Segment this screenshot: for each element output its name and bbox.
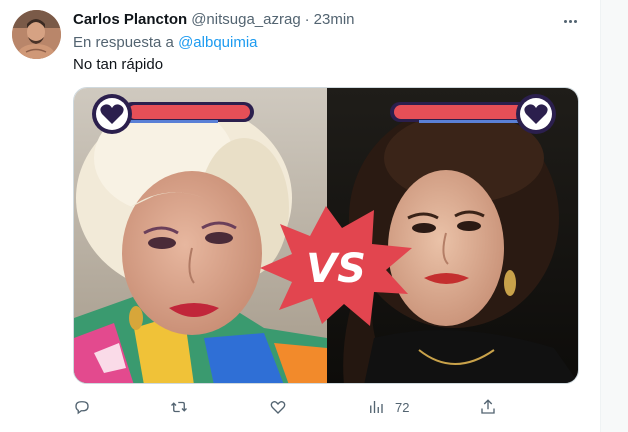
retweet-button[interactable] [170, 394, 188, 420]
more-dot [568, 19, 572, 23]
user-handle[interactable]: @nitsuga_azrag [191, 11, 300, 28]
tweet-actions-bar: 72 [73, 394, 573, 420]
reply-context: En respuesta a @albquimia [73, 34, 258, 51]
reply-mention-link[interactable]: @albquimia [178, 34, 257, 51]
right-gutter [601, 0, 628, 432]
more-dot [563, 19, 567, 23]
views-icon [370, 401, 383, 413]
timestamp[interactable]: 23min [314, 11, 355, 28]
tweet-header: Carlos Plancton @nitsuga_azrag · 23min [73, 11, 355, 31]
more-dot [573, 19, 577, 23]
separator: · [304, 11, 310, 28]
reply-icon [75, 401, 89, 415]
reply-prefix: En respuesta a [73, 34, 179, 51]
avatar[interactable] [12, 10, 61, 59]
views-button[interactable]: 72 [367, 394, 409, 420]
reply-button[interactable] [73, 394, 91, 420]
like-icon [270, 400, 286, 414]
tweet-media-image[interactable]: VS [73, 87, 579, 384]
like-button[interactable] [269, 394, 287, 420]
tweet-text: No tan rápido [73, 56, 164, 73]
share-button[interactable] [479, 394, 497, 420]
share-icon [481, 399, 495, 414]
views-count: 72 [395, 399, 410, 415]
retweet-icon [171, 401, 187, 413]
vs-label: VS [306, 246, 366, 292]
more-options-button[interactable] [560, 12, 580, 30]
display-name[interactable]: Carlos Plancton [73, 11, 187, 28]
tweet-card[interactable]: Carlos Plancton @nitsuga_azrag · 23min E… [0, 0, 600, 432]
